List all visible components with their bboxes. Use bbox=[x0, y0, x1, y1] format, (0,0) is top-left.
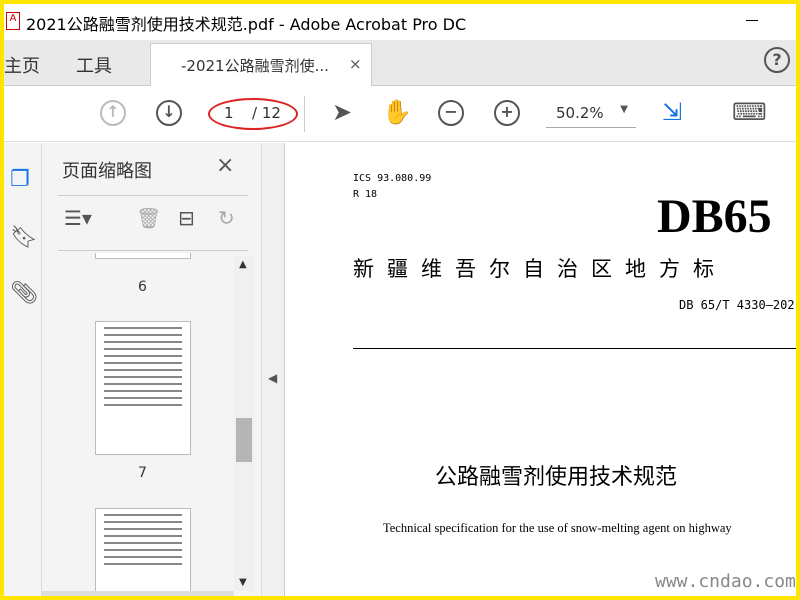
thumbnails-panel: 页面缩略图 × ☰▾ 🗑︎ ⊟ ↻ 6 7 ▲ ▼ bbox=[42, 143, 262, 596]
thumbnail-page-8[interactable] bbox=[95, 508, 191, 593]
thumbnail-page-7[interactable] bbox=[95, 321, 191, 455]
divider-line bbox=[353, 348, 796, 349]
classification-code: R 18 bbox=[353, 189, 378, 200]
thumbnail-scrollbar[interactable]: ▲ ▼ bbox=[234, 256, 254, 591]
close-panel-button[interactable]: × bbox=[216, 153, 234, 178]
zoom-in-icon[interactable]: + bbox=[494, 100, 520, 126]
scroll-up-icon[interactable]: ▲ bbox=[239, 259, 247, 270]
next-page-icon[interactable]: ↓ bbox=[156, 100, 182, 126]
toolbar: ↑ ↓ 1 / 12 ➤ ✋ − + 50.2% ▼ ⇲ ⌨ bbox=[4, 86, 796, 142]
tab-tools[interactable]: 工具 bbox=[76, 52, 112, 78]
thumbnail-page-6[interactable] bbox=[95, 253, 191, 259]
previous-page-icon[interactable]: ↑ bbox=[100, 100, 126, 126]
zoom-out-icon[interactable]: − bbox=[438, 100, 464, 126]
document-title-cn: 公路融雪剂使用技术规范 bbox=[435, 465, 678, 490]
help-icon[interactable]: ? bbox=[764, 47, 790, 73]
scrollbar-thumb[interactable] bbox=[236, 418, 252, 462]
thumbnail-list: 6 7 bbox=[42, 253, 234, 593]
region-standard-title: 新疆维吾尔自治区地方标 bbox=[353, 257, 727, 281]
watermark-text: www.cndao.com bbox=[655, 571, 796, 592]
page-thumbnails-icon[interactable]: ❐ bbox=[10, 167, 30, 192]
zoom-dropdown[interactable]: 50.2% ▼ bbox=[546, 100, 636, 128]
document-title-en: Technical specification for the use of s… bbox=[383, 521, 732, 535]
fit-page-icon[interactable]: ⇲ bbox=[662, 98, 682, 126]
scroll-down-icon[interactable]: ▼ bbox=[239, 577, 247, 588]
document-view[interactable]: ICS 93.080.99 R 18 DB65 新疆维吾尔自治区地方标 DB 6… bbox=[284, 143, 796, 596]
insert-page-icon[interactable]: ⊟ bbox=[178, 206, 195, 230]
tab-document-label: -2021公路融雪剂使... bbox=[181, 57, 329, 75]
select-arrow-icon[interactable]: ➤ bbox=[332, 98, 352, 126]
rotate-icon[interactable]: ↻ bbox=[218, 206, 235, 230]
thumbnail-label: 7 bbox=[138, 465, 147, 481]
zoom-value: 50.2% bbox=[556, 104, 604, 122]
panel-title: 页面缩略图 bbox=[62, 161, 152, 182]
acrobat-window: A 2021公路融雪剂使用技术规范.pdf - Adobe Acrobat Pr… bbox=[4, 4, 796, 596]
window-title: 2021公路融雪剂使用技术规范.pdf - Adobe Acrobat Pro … bbox=[26, 15, 467, 34]
keyboard-scroll-icon[interactable]: ⌨ bbox=[732, 98, 767, 126]
standard-number: DB 65/T 4330—2021 bbox=[679, 298, 796, 312]
title-bar: A 2021公路融雪剂使用技术规范.pdf - Adobe Acrobat Pr… bbox=[4, 4, 796, 40]
ics-code: ICS 93.080.99 bbox=[353, 173, 432, 184]
thumbnail-label: 6 bbox=[138, 279, 147, 295]
chevron-down-icon: ▼ bbox=[620, 104, 628, 115]
collapse-arrow-icon[interactable]: ◀ bbox=[268, 371, 277, 385]
close-tab-button[interactable]: × bbox=[349, 55, 362, 73]
options-menu-icon[interactable]: ☰▾ bbox=[64, 206, 92, 230]
horizontal-scrollbar[interactable] bbox=[42, 591, 234, 596]
tab-home[interactable]: 主页 bbox=[4, 52, 40, 78]
collapse-panel-strip[interactable]: ◀ bbox=[262, 143, 284, 596]
tab-document[interactable]: -2021公路融雪剂使... × bbox=[150, 43, 372, 87]
divider bbox=[304, 96, 305, 132]
standard-code: DB65 bbox=[657, 190, 772, 243]
navigation-rail: ❐ 🔖︎ 📎︎ bbox=[4, 143, 42, 596]
delete-icon[interactable]: 🗑︎ bbox=[136, 206, 161, 230]
bookmark-icon[interactable]: 🔖︎ bbox=[10, 225, 38, 250]
panel-toolbar: ☰▾ 🗑︎ ⊟ ↻ bbox=[58, 195, 248, 251]
red-annotation-ellipse bbox=[208, 98, 298, 130]
pdf-app-icon: A bbox=[6, 12, 20, 30]
hand-tool-icon[interactable]: ✋ bbox=[382, 98, 412, 126]
minimize-button[interactable] bbox=[746, 20, 758, 21]
tab-bar: 主页 工具 -2021公路融雪剂使... × ? bbox=[4, 40, 796, 87]
attachment-icon[interactable]: 📎︎ bbox=[10, 281, 38, 306]
